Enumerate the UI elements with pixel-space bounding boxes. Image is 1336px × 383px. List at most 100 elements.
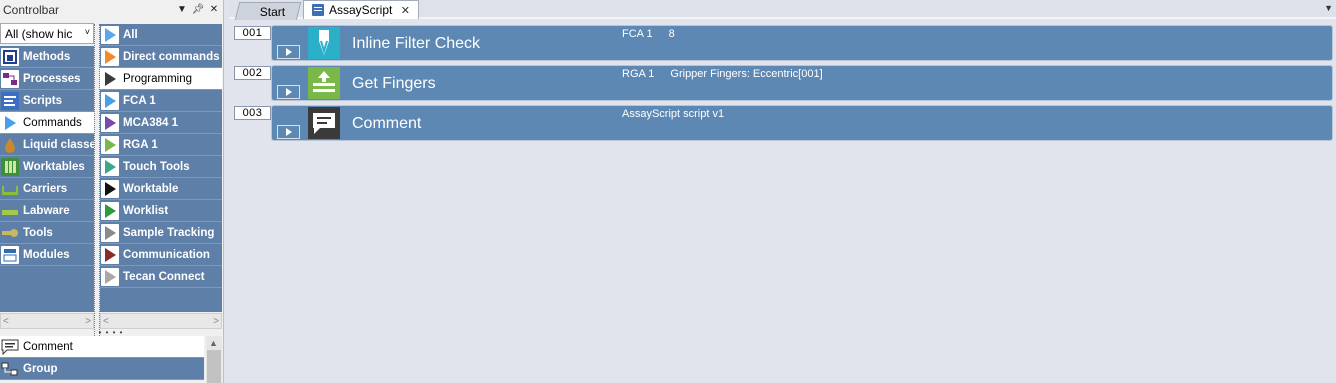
tab-strip: Start AssayScript ✕ ▼: [229, 0, 1336, 20]
favorite-item-comment[interactable]: Comment: [0, 336, 204, 358]
rga-icon: [101, 135, 119, 154]
close-icon[interactable]: ✕: [207, 4, 221, 15]
comment-icon: [308, 107, 340, 139]
communication-icon: [101, 245, 119, 264]
expand-step-button[interactable]: [277, 85, 300, 99]
command-item-label: Programming: [123, 72, 193, 85]
comment-icon: [0, 338, 20, 356]
worktable-icon: [1, 157, 19, 176]
direct-commands-icon: [101, 47, 119, 66]
script-step-row[interactable]: 002 Get Fingers RGA 1 Gripper Fingers: Ec…: [229, 61, 1336, 101]
script-step-card[interactable]: Inline Filter Check FCA 1 8: [271, 25, 1333, 61]
favorites-list: Comment Group: [0, 336, 224, 383]
step-title: Get Fingers: [352, 75, 436, 92]
command-item-label: MCA384 1: [123, 116, 178, 129]
group-item-scripts[interactable]: Scripts: [0, 90, 94, 112]
command-list-scrollbar[interactable]: < >: [100, 313, 222, 329]
group-item-label: Carriers: [23, 182, 68, 195]
group-list: Methods Processes Scripts Commands Liquid cl…: [0, 46, 94, 312]
step-device: FCA 1: [622, 28, 653, 40]
command-item-fca-1[interactable]: FCA 1: [100, 90, 222, 112]
command-item-label: Tecan Connect: [123, 270, 205, 283]
group-item-processes[interactable]: Processes: [0, 68, 94, 90]
command-item-worklist[interactable]: Worklist: [100, 200, 222, 222]
scroll-left-icon[interactable]: <: [3, 316, 9, 327]
group-item-liquid-classe[interactable]: Liquid classe: [0, 134, 94, 156]
command-item-direct-commands[interactable]: Direct commands: [100, 46, 222, 68]
worklist-icon: [101, 201, 119, 220]
liquid-drop-icon: [1, 136, 19, 154]
command-item-sample-tracking[interactable]: Sample Tracking: [100, 222, 222, 244]
filter-dropdown[interactable]: All (show hic ˅: [0, 23, 94, 44]
favorite-item-label: Comment: [23, 340, 73, 353]
pin-icon[interactable]: 📌︎: [191, 4, 205, 15]
panel-menu-icon[interactable]: ▼: [175, 4, 189, 15]
group-item-label: Modules: [23, 248, 70, 261]
group-item-modules[interactable]: Modules: [0, 244, 94, 266]
command-item-touch-tools[interactable]: Touch Tools: [100, 156, 222, 178]
tab-label: Start: [259, 4, 286, 19]
command-item-label: Touch Tools: [123, 160, 190, 173]
script-step-list: 001 Inline Filter Check FCA 1 8 002 Get F…: [229, 21, 1336, 141]
scripts-icon: [1, 91, 19, 110]
script-step-card[interactable]: Get Fingers RGA 1 Gripper Fingers: Eccent…: [271, 65, 1333, 101]
step-number: 003: [234, 106, 271, 120]
labware-icon: [1, 202, 19, 220]
command-item-label: Worklist: [123, 204, 169, 217]
command-item-label: Direct commands: [123, 50, 220, 63]
group-item-label: Processes: [23, 72, 81, 85]
group-item-labware[interactable]: Labware: [0, 200, 94, 222]
filter-dropdown-value: All (show hic: [5, 26, 73, 41]
command-item-worktable[interactable]: Worktable: [100, 178, 222, 200]
group-item-tools[interactable]: Tools: [0, 222, 94, 244]
tab-assayscript[interactable]: AssayScript ✕: [303, 0, 419, 19]
group-item-worktables[interactable]: Worktables: [0, 156, 94, 178]
step-title: Comment: [352, 115, 422, 132]
tab-list-dropdown-icon[interactable]: ▼: [1324, 3, 1333, 13]
command-item-all[interactable]: All: [100, 24, 222, 46]
tab-close-icon[interactable]: ✕: [401, 4, 410, 17]
scrollbar-thumb[interactable]: [207, 350, 221, 383]
group-item-commands[interactable]: Commands: [0, 112, 94, 134]
scroll-right-icon[interactable]: >: [85, 316, 91, 327]
group-list-scrollbar[interactable]: < >: [0, 313, 94, 329]
expand-step-button[interactable]: [277, 45, 300, 59]
script-step-row[interactable]: 001 Inline Filter Check FCA 1 8: [229, 21, 1336, 61]
command-item-rga-1[interactable]: RGA 1: [100, 134, 222, 156]
group-item-label: Methods: [23, 50, 71, 63]
tab-start[interactable]: Start: [234, 2, 302, 20]
step-param-value: Gripper Fingers: Eccentric[001]: [670, 68, 823, 80]
expand-step-button[interactable]: [277, 125, 300, 139]
script-step-row[interactable]: 003 Comment AssayScript script v1: [229, 101, 1336, 141]
document-area: Start AssayScript ✕ ▼ 001 Inline Filter …: [229, 0, 1336, 383]
group-item-carriers[interactable]: Carriers: [0, 178, 94, 200]
script-document-icon: [312, 4, 324, 16]
step-param-value: 8: [668, 28, 675, 40]
command-item-mca384-1[interactable]: MCA384 1: [100, 112, 222, 134]
step-number: 001: [234, 26, 271, 40]
expand-arrow-icon: [285, 128, 292, 136]
command-item-label: All: [123, 28, 138, 41]
group-item-label: Tools: [23, 226, 53, 239]
command-item-communication[interactable]: Communication: [100, 244, 222, 266]
step-parameters: AssayScript script v1: [622, 108, 724, 120]
favorites-scrollbar[interactable]: ▲: [206, 336, 222, 383]
command-item-tecan-connect[interactable]: Tecan Connect: [100, 266, 222, 288]
mca384-icon: [101, 113, 119, 132]
script-step-card[interactable]: Comment AssayScript script v1: [271, 105, 1333, 141]
scroll-left-icon[interactable]: <: [103, 316, 109, 327]
processes-icon: [1, 69, 19, 88]
tab-label: AssayScript: [329, 3, 393, 17]
scroll-up-icon[interactable]: ▲: [209, 338, 218, 348]
touch-tools-icon: [101, 157, 119, 176]
group-item-methods[interactable]: Methods: [0, 46, 94, 68]
controlbar-header: Controlbar ▼ 📌︎ ✕: [0, 0, 223, 19]
favorite-item-group[interactable]: Group: [0, 358, 204, 380]
scroll-right-icon[interactable]: >: [213, 316, 219, 327]
group-item-label: Labware: [23, 204, 70, 217]
step-parameters: RGA 1 Gripper Fingers: Eccentric[001]: [622, 68, 823, 80]
group-icon: [0, 360, 20, 378]
controlbar-title: Controlbar: [3, 2, 60, 17]
command-item-programming[interactable]: Programming: [100, 68, 222, 90]
group-item-label: Commands: [23, 116, 82, 129]
